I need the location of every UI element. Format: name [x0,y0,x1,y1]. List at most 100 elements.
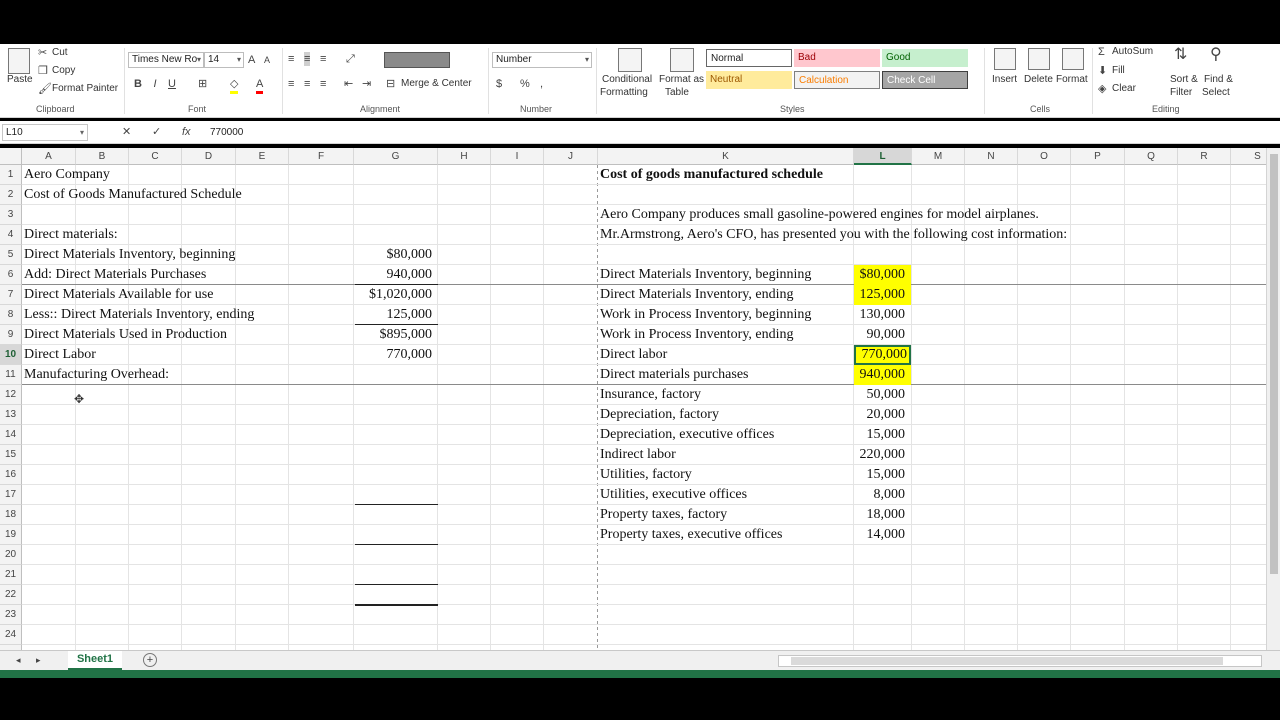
column-header-b[interactable]: B [76,148,129,165]
column-header-p[interactable]: P [1071,148,1125,165]
insert-cells-icon[interactable] [994,48,1016,70]
cell-g9[interactable]: $895,000 [355,325,438,345]
conditional-formatting-icon[interactable] [618,48,642,72]
row-header-23[interactable]: 23 [0,605,22,625]
column-header-g[interactable]: G [354,148,438,165]
shrink-font-icon[interactable]: A [264,53,270,67]
row-header-24[interactable]: 24 [0,625,22,645]
column-header-q[interactable]: Q [1125,148,1178,165]
cost-item-value[interactable]: 20,000 [854,405,911,425]
name-box[interactable]: L10 ▾ [2,124,88,141]
delete-cells-icon[interactable] [1028,48,1050,70]
copy-button[interactable]: Copy [52,65,75,76]
cost-item-value[interactable]: 125,000 [854,285,911,305]
row-header-1[interactable]: 1 [0,165,22,185]
style-neutral[interactable]: Neutral [706,71,792,89]
scroll-left-icon[interactable]: ◂ [16,653,21,667]
align-bottom-icon[interactable]: ≡ [320,52,326,66]
horizontal-scrollbar[interactable] [778,655,1262,667]
cost-item-label[interactable]: Utilities, factory [600,465,692,485]
style-normal[interactable]: Normal [706,49,792,67]
grow-font-icon[interactable]: A [248,53,255,67]
column-header-k[interactable]: K [598,148,854,165]
row-header-16[interactable]: 16 [0,465,22,485]
vertical-scrollbar[interactable] [1266,148,1280,650]
column-header-d[interactable]: D [182,148,236,165]
cost-item-value[interactable]: 14,000 [854,525,911,545]
conditional-formatting-label1[interactable]: Conditional [602,74,652,85]
selected-cell-l10[interactable]: 770,000 [854,345,911,365]
row-header-15[interactable]: 15 [0,445,22,465]
cost-item-label[interactable]: Utilities, executive offices [600,485,747,505]
row-header-22[interactable]: 22 [0,585,22,605]
row-header-14[interactable]: 14 [0,425,22,445]
column-header-n[interactable]: N [965,148,1018,165]
cell-g5[interactable]: $80,000 [355,245,438,265]
cell-a5[interactable]: Direct Materials Inventory, beginning [24,245,235,265]
column-header-a[interactable]: A [22,148,76,165]
align-middle-icon[interactable]: ≡ [304,52,311,66]
vertical-scroll-thumb[interactable] [1270,154,1278,574]
row-header-5[interactable]: 5 [0,245,22,265]
row-header-4[interactable]: 4 [0,225,22,245]
fill-button[interactable]: Fill [1112,65,1125,76]
cost-item-value[interactable]: 18,000 [854,505,911,525]
column-header-c[interactable]: C [129,148,182,165]
cost-item-value[interactable]: 15,000 [854,465,911,485]
sort-filter-label2[interactable]: Filter [1170,87,1192,98]
font-name-combo[interactable]: Times New Ro ▾ [128,52,204,68]
find-select-label1[interactable]: Find & [1204,74,1233,85]
underline-button[interactable]: U [166,77,178,91]
cell-a8[interactable]: Less:: Direct Materials Inventory, endin… [24,305,254,325]
cell-a7[interactable]: Direct Materials Available for use [24,285,213,305]
currency-button[interactable]: $ [496,77,502,91]
cell-g7[interactable]: $1,020,000 [355,285,438,305]
row-header-10[interactable]: 10 [0,345,22,365]
cell-a1[interactable]: Aero Company [24,165,110,185]
cost-item-label[interactable]: Depreciation, factory [600,405,719,425]
column-header-h[interactable]: H [438,148,491,165]
row-header-13[interactable]: 13 [0,405,22,425]
row-header-2[interactable]: 2 [0,185,22,205]
row-header-20[interactable]: 20 [0,545,22,565]
cell-a4[interactable]: Direct materials: [24,225,118,245]
number-format-combo[interactable]: Number ▾ [492,52,592,68]
column-header-e[interactable]: E [236,148,289,165]
column-header-m[interactable]: M [912,148,965,165]
format-as-table-label1[interactable]: Format as [659,74,704,85]
worksheet-grid[interactable]: ABCDEFGHIJKLMNOPQRS 1 2 3 4 5 6 7 8 9 10 11 12 13 14 1… [0,148,1266,650]
percent-button[interactable]: % [520,77,530,91]
cost-item-label[interactable]: Work in Process Inventory, beginning [600,305,811,325]
cost-item-label[interactable]: Work in Process Inventory, ending [600,325,794,345]
style-good[interactable]: Good [882,49,968,67]
column-header-s[interactable]: S [1231,148,1266,165]
cell-k4[interactable]: Mr.Armstrong, Aero's CFO, has presented … [600,225,1067,245]
conditional-formatting-label2[interactable]: Formatting [600,87,648,98]
font-color-icon[interactable]: A [256,77,264,94]
column-header-f[interactable]: F [289,148,354,165]
cost-item-label[interactable]: Direct Materials Inventory, beginning [600,265,811,285]
cost-item-label[interactable]: Depreciation, executive offices [600,425,774,445]
insert-function-icon[interactable]: fx [182,125,191,139]
row-header-7[interactable]: 7 [0,285,22,305]
cell-g6[interactable]: 940,000 [355,265,438,285]
insert-button[interactable]: Insert [992,74,1017,85]
align-right-icon[interactable]: ≡ [320,77,326,91]
cost-item-value[interactable]: 50,000 [854,385,911,405]
align-center-icon[interactable]: ≡ [304,77,310,91]
increase-indent-icon[interactable]: ⇥ [362,77,371,91]
cost-item-value[interactable]: 90,000 [854,325,911,345]
cost-item-label[interactable]: Direct labor [600,345,667,365]
format-painter-button[interactable]: Format Painter [52,83,118,94]
row-header-21[interactable]: 21 [0,565,22,585]
cut-button[interactable]: Cut [52,47,68,58]
row-header-9[interactable]: 9 [0,325,22,345]
horizontal-scroll-thumb[interactable] [791,657,1223,665]
scroll-right-icon[interactable]: ▸ [36,653,41,667]
cell-g10[interactable]: 770,000 [355,345,438,365]
cost-item-label[interactable]: Direct materials purchases [600,365,749,385]
column-header-r[interactable]: R [1178,148,1231,165]
cost-item-value[interactable]: 15,000 [854,425,911,445]
align-left-icon[interactable]: ≡ [288,77,294,91]
cell-a10[interactable]: Direct Labor [24,345,96,365]
